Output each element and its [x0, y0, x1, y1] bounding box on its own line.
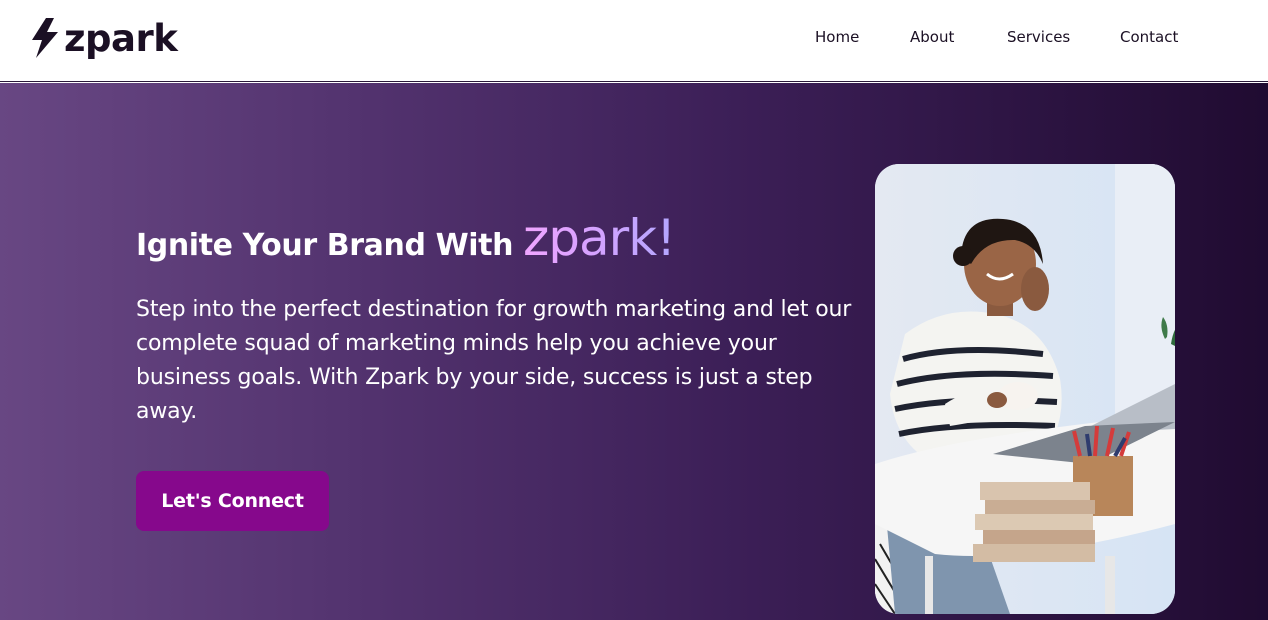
navbar: zpark Home About Services Contact — [0, 0, 1268, 82]
nav-contact[interactable]: Contact — [1120, 28, 1178, 46]
lightning-bolt-icon — [32, 18, 58, 58]
hero-headline-brand: zpark! — [523, 209, 676, 267]
brand-name: zpark — [64, 16, 178, 60]
nav-about[interactable]: About — [910, 28, 954, 46]
nav-services[interactable]: Services — [1007, 28, 1070, 46]
nav-home[interactable]: Home — [815, 28, 859, 46]
hero-headline-prefix: Ignite Your Brand With — [136, 228, 514, 263]
brand-logo[interactable]: zpark — [28, 14, 178, 62]
hero-photo — [875, 164, 1175, 614]
hero-subtitle: Step into the perfect destination for gr… — [136, 297, 852, 424]
hero-section: Ignite Your Brand With zpark! Step into … — [0, 83, 1268, 620]
hero-headline: Ignite Your Brand With zpark! — [136, 209, 676, 267]
woman-working-at-desk-photo — [875, 164, 1175, 614]
lets-connect-button[interactable]: Let's Connect — [136, 471, 329, 531]
